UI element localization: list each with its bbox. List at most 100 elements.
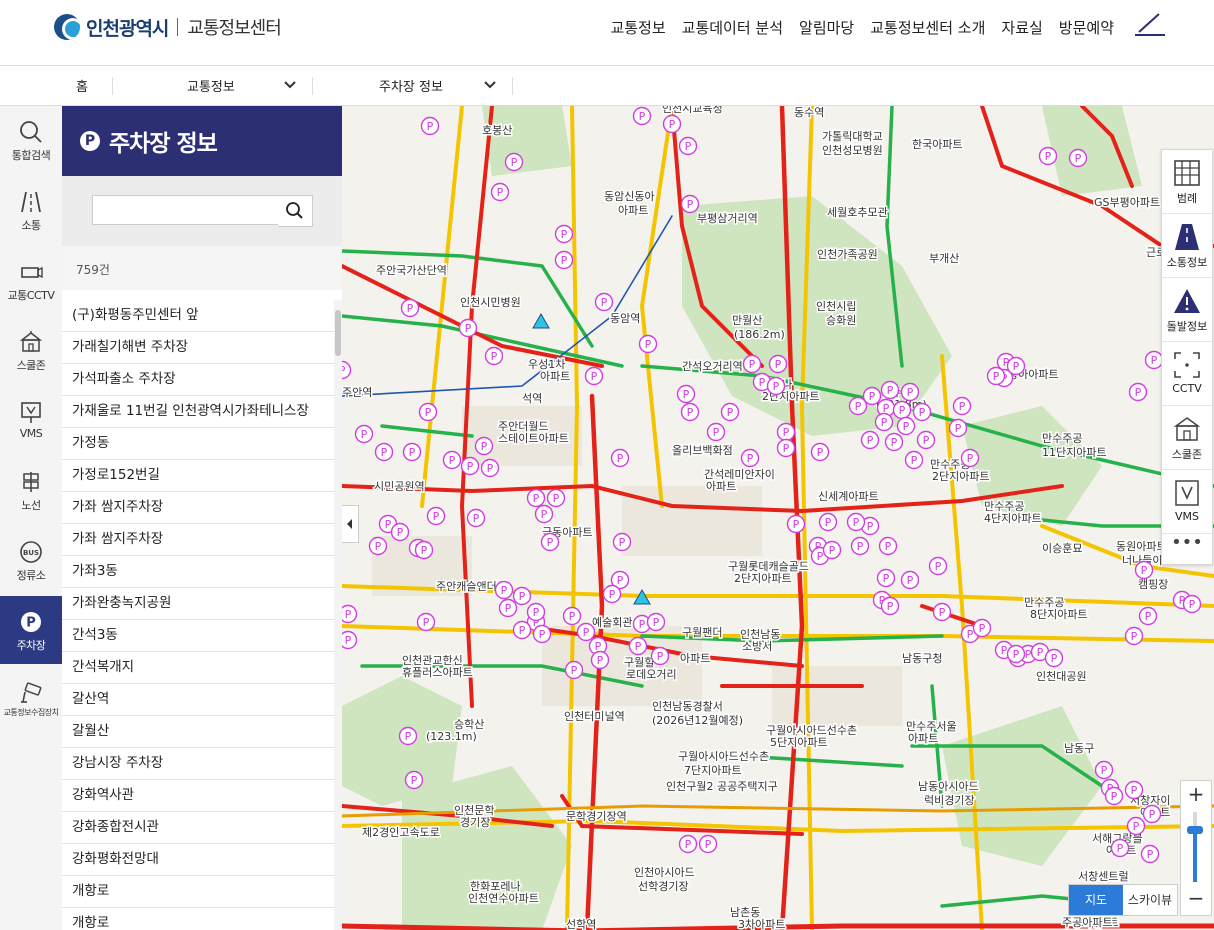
- parking-search-input[interactable]: [92, 195, 292, 225]
- parking-marker-icon[interactable]: P: [342, 604, 358, 624]
- parking-marker-icon[interactable]: P: [916, 430, 936, 450]
- parking-marker-icon[interactable]: P: [342, 630, 358, 650]
- list-item[interactable]: (구)화평동주민센터 앞: [62, 300, 334, 332]
- parking-marker-icon[interactable]: P: [786, 514, 806, 534]
- nav-traffic-data-analysis[interactable]: 교통데이터 분석: [682, 17, 783, 38]
- list-item[interactable]: 가좌3동: [62, 556, 334, 588]
- parking-marker-icon[interactable]: P: [494, 580, 514, 600]
- parking-marker-icon[interactable]: P: [848, 396, 868, 416]
- map-type-skyview-button[interactable]: 스카이뷰: [1123, 885, 1177, 915]
- parking-marker-icon[interactable]: P: [810, 442, 830, 462]
- parking-marker-icon[interactable]: P: [632, 106, 652, 126]
- parking-marker-icon[interactable]: P: [458, 318, 478, 338]
- parking-marker-icon[interactable]: P: [480, 458, 500, 478]
- parking-marker-icon[interactable]: P: [766, 376, 786, 396]
- parking-marker-icon[interactable]: P: [874, 412, 894, 432]
- parking-marker-icon[interactable]: P: [1094, 760, 1114, 780]
- parking-marker-icon[interactable]: P: [960, 448, 980, 468]
- parking-marker-icon[interactable]: P: [416, 612, 436, 632]
- parking-marker-icon[interactable]: P: [680, 402, 700, 422]
- parking-marker-icon[interactable]: P: [418, 402, 438, 422]
- parking-marker-icon[interactable]: P: [1124, 626, 1144, 646]
- parking-marker-icon[interactable]: P: [1128, 382, 1148, 402]
- search-button[interactable]: [278, 195, 313, 227]
- list-scrollbar-track[interactable]: [334, 300, 342, 930]
- parking-marker-icon[interactable]: P: [1104, 786, 1124, 806]
- parking-marker-icon[interactable]: P: [460, 456, 480, 476]
- parking-marker-icon[interactable]: P: [904, 450, 924, 470]
- parking-marker-icon[interactable]: P: [546, 488, 566, 508]
- parking-marker-icon[interactable]: P: [776, 438, 796, 458]
- parking-marker-icon[interactable]: P: [822, 540, 842, 560]
- parking-marker-icon[interactable]: P: [928, 556, 948, 576]
- list-item[interactable]: 강화평화전망대: [62, 844, 334, 876]
- rail-item-search[interactable]: 통합검색: [0, 106, 62, 174]
- parking-marker-icon[interactable]: P: [426, 506, 446, 526]
- parking-marker-icon[interactable]: P: [628, 636, 648, 656]
- parking-marker-icon[interactable]: P: [402, 442, 422, 462]
- map-type-map-button[interactable]: 지도: [1069, 885, 1123, 915]
- parking-marker-icon[interactable]: P: [1068, 148, 1088, 168]
- list-item[interactable]: 개항로: [62, 876, 334, 908]
- rail-item-vms[interactable]: VMS: [0, 386, 62, 454]
- list-item[interactable]: 가좌 쌈지주차장: [62, 524, 334, 556]
- breadcrumb-level2[interactable]: 주차장 정보: [379, 66, 443, 105]
- parking-marker-icon[interactable]: P: [1044, 648, 1064, 668]
- parking-marker-icon[interactable]: P: [1142, 804, 1162, 824]
- parking-marker-icon[interactable]: P: [400, 298, 420, 318]
- nav-visit-reservation[interactable]: 방문예약: [1059, 17, 1114, 38]
- parking-marker-icon[interactable]: P: [776, 422, 796, 442]
- more-tools-button[interactable]: •••: [1162, 528, 1212, 564]
- nav-notice[interactable]: 알림마당: [799, 17, 854, 38]
- parking-marker-icon[interactable]: P: [564, 660, 584, 680]
- nav-traffic-info[interactable]: 교통정보: [610, 17, 665, 38]
- parking-marker-icon[interactable]: P: [912, 402, 932, 422]
- breadcrumb-home[interactable]: 홈: [76, 66, 88, 105]
- rail-item-sensor[interactable]: 교통정보수집장치: [0, 666, 62, 734]
- parking-marker-icon[interactable]: P: [932, 602, 952, 622]
- parking-marker-icon[interactable]: P: [404, 770, 424, 790]
- parking-marker-icon[interactable]: P: [498, 598, 518, 618]
- parking-marker-icon[interactable]: P: [880, 380, 900, 400]
- parking-marker-icon[interactable]: P: [638, 334, 658, 354]
- parking-marker-icon[interactable]: P: [880, 596, 900, 616]
- parking-marker-icon[interactable]: P: [896, 416, 916, 436]
- parking-marker-icon[interactable]: P: [1124, 780, 1144, 800]
- parking-marker-icon[interactable]: P: [414, 540, 434, 560]
- parking-marker-icon[interactable]: P: [884, 432, 904, 452]
- parking-marker-icon[interactable]: P: [540, 532, 560, 552]
- parking-marker-icon[interactable]: P: [504, 152, 524, 172]
- tool-vms[interactable]: VMS: [1162, 470, 1212, 534]
- chevron-down-icon[interactable]: [484, 80, 496, 90]
- parking-marker-icon[interactable]: P: [952, 396, 972, 416]
- list-item[interactable]: 강화역사관: [62, 780, 334, 812]
- parking-marker-icon[interactable]: P: [474, 436, 494, 456]
- list-item[interactable]: 간석3동: [62, 620, 334, 652]
- nav-archive[interactable]: 자료실: [1001, 17, 1042, 38]
- list-item[interactable]: 가정로152번길: [62, 460, 334, 492]
- zoom-in-button[interactable]: +: [1181, 781, 1211, 809]
- parking-marker-icon[interactable]: P: [374, 442, 394, 462]
- parking-marker-icon[interactable]: P: [850, 536, 870, 556]
- parking-marker-icon[interactable]: P: [1126, 816, 1146, 836]
- parking-marker-icon[interactable]: P: [442, 450, 462, 470]
- parking-marker-icon[interactable]: P: [986, 366, 1006, 386]
- menu-toggle-icon[interactable]: [1133, 12, 1167, 38]
- parking-marker-icon[interactable]: P: [818, 512, 838, 532]
- parking-marker-icon[interactable]: P: [878, 536, 898, 556]
- parking-marker-icon[interactable]: P: [678, 834, 698, 854]
- parking-marker-icon[interactable]: P: [662, 114, 682, 134]
- list-item[interactable]: 갈월산: [62, 716, 334, 748]
- list-item[interactable]: 가래칠기해변 주차장: [62, 332, 334, 364]
- list-item[interactable]: 개항로: [62, 908, 334, 930]
- list-item[interactable]: 가좌완충녹지공원: [62, 588, 334, 620]
- rail-item-school-zone[interactable]: 스쿨존: [0, 316, 62, 384]
- parking-marker-icon[interactable]: P: [368, 536, 388, 556]
- parking-marker-icon[interactable]: P: [948, 418, 968, 438]
- chevron-down-icon[interactable]: [284, 80, 296, 90]
- parking-marker-icon[interactable]: P: [678, 136, 698, 156]
- list-item[interactable]: 강화종합전시관: [62, 812, 334, 844]
- collapse-panel-button[interactable]: [342, 505, 359, 543]
- parking-marker-icon[interactable]: P: [860, 430, 880, 450]
- incident-warning-icon[interactable]: [532, 312, 550, 329]
